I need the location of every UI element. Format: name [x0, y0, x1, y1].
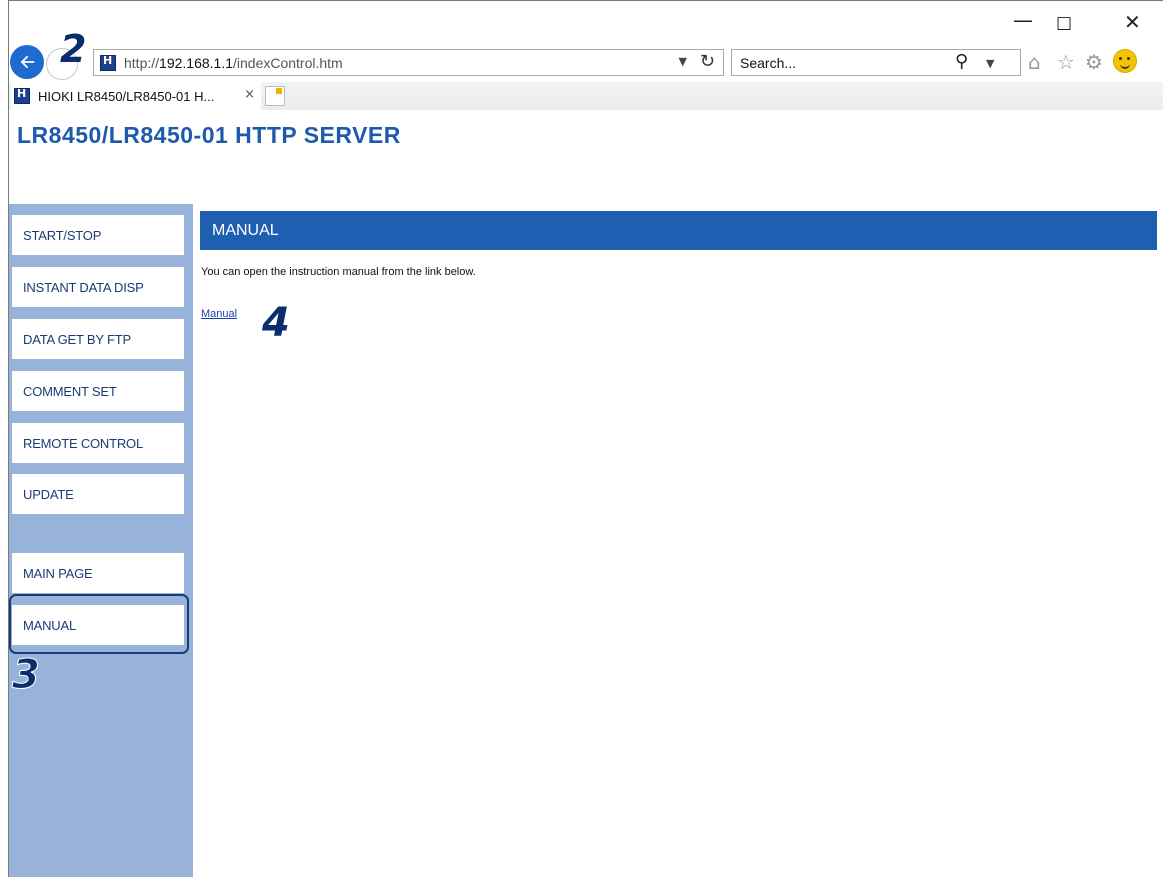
step-callout-2: 2 [60, 27, 87, 71]
back-button[interactable] [10, 45, 44, 79]
step-callout-4: 4 [262, 300, 290, 346]
arrow-left-icon [20, 55, 35, 69]
sidebar-item-update[interactable]: UPDATE [12, 474, 184, 514]
address-url: http://192.168.1.1/indexControl.htm [124, 54, 343, 71]
sidebar-item-main-page[interactable]: MAIN PAGE [12, 553, 184, 593]
tab-label: HIOKI LR8450/LR8450-01 H... [38, 88, 215, 104]
search-icon[interactable]: ⚲ [955, 51, 968, 72]
content-description: You can open the instruction manual from… [201, 266, 476, 278]
favorites-star-icon[interactable]: ☆ [1057, 50, 1075, 74]
address-dropdown-icon[interactable]: ▼ [679, 55, 687, 68]
tab-bar: HIOKI LR8450/LR8450-01 H... × [9, 82, 1163, 110]
step-callout-3: 3 [12, 652, 41, 699]
search-dropdown-icon[interactable]: ▼ [986, 57, 994, 70]
new-tab-icon[interactable] [265, 86, 285, 106]
sidebar-item-comment-set[interactable]: COMMENT SET [12, 371, 184, 411]
sidebar: START/STOP INSTANT DATA DISP DATA GET BY… [9, 204, 193, 877]
close-window-button[interactable]: ✕ [1124, 10, 1141, 34]
manual-link[interactable]: Manual [201, 308, 237, 320]
sidebar-item-start-stop[interactable]: START/STOP [12, 215, 184, 255]
home-icon[interactable]: ⌂ [1028, 50, 1041, 74]
search-input[interactable]: Search... [731, 49, 1021, 76]
sidebar-item-instant-data-disp[interactable]: INSTANT DATA DISP [12, 267, 184, 307]
tab-hioki[interactable]: HIOKI LR8450/LR8450-01 H... × [11, 82, 261, 110]
address-bar[interactable]: http://192.168.1.1/indexControl.htm ▼ ↻ [93, 49, 724, 76]
sidebar-item-data-get-by-ftp[interactable]: DATA GET BY FTP [12, 319, 184, 359]
settings-gear-icon[interactable]: ⚙ [1085, 50, 1103, 74]
maximize-button[interactable]: ☐ [1056, 14, 1072, 35]
page-title: LR8450/LR8450-01 HTTP SERVER [17, 122, 401, 148]
hioki-favicon-icon [14, 87, 30, 104]
search-placeholder: Search... [740, 54, 797, 71]
refresh-icon[interactable]: ↻ [700, 51, 715, 72]
content-header: MANUAL [200, 211, 1157, 250]
feedback-smiley-icon[interactable] [1113, 49, 1137, 73]
tab-close-icon[interactable]: × [244, 87, 255, 102]
hioki-favicon-icon [100, 54, 116, 71]
selected-highlight [9, 594, 189, 654]
minimize-button[interactable]: — [1013, 8, 1033, 32]
sidebar-item-remote-control[interactable]: REMOTE CONTROL [12, 423, 184, 463]
